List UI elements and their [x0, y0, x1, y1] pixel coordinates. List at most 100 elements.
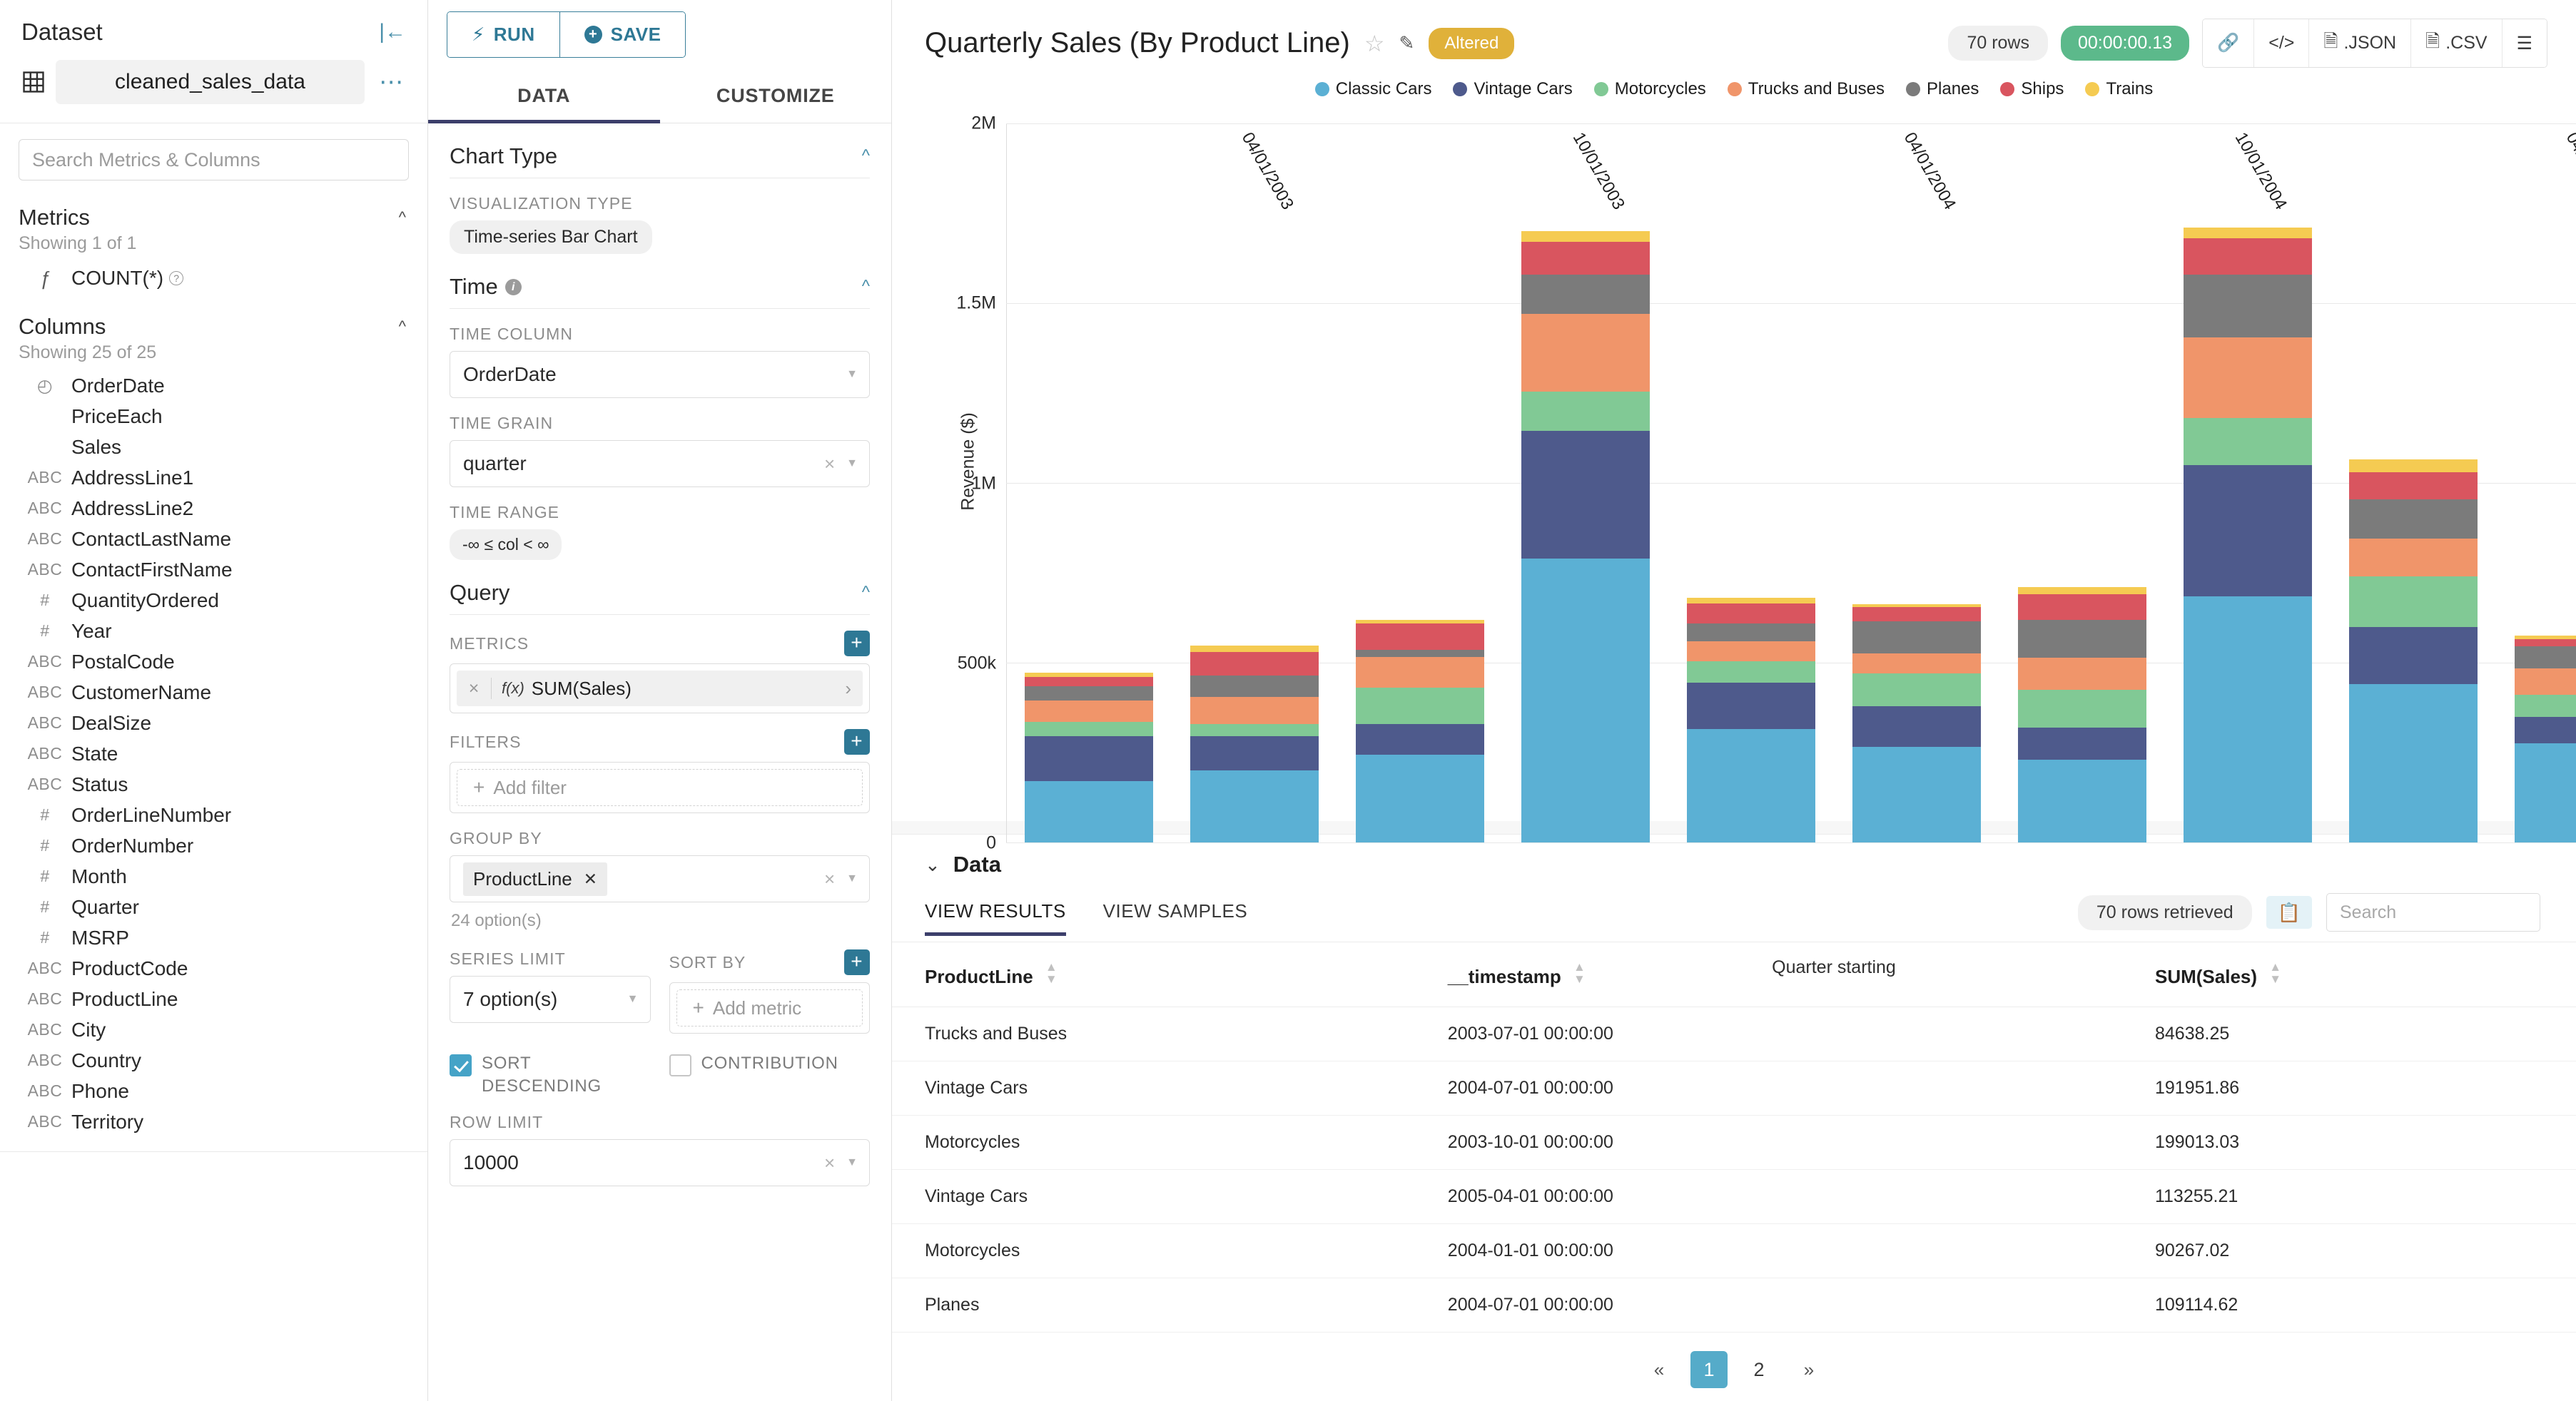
legend-item[interactable]: Motorcycles	[1593, 79, 1706, 99]
bar-segment[interactable]	[1852, 621, 1982, 654]
column-item[interactable]: ABC AddressLine1	[0, 462, 427, 493]
bar-segment[interactable]	[2017, 760, 2147, 842]
metric-chip[interactable]: × f(x) SUM(Sales) ›	[457, 671, 863, 706]
clear-icon[interactable]: ×	[824, 453, 835, 475]
chevron-up-icon[interactable]: ^	[399, 317, 406, 336]
column-item[interactable]: # Quarter	[0, 892, 427, 922]
column-item[interactable]: ◴ OrderDate	[0, 370, 427, 401]
bar-segment[interactable]	[1190, 645, 1319, 652]
add-sort-metric-button[interactable]: +	[844, 949, 870, 975]
bar-segment[interactable]	[2017, 594, 2147, 620]
stacked-bar[interactable]	[1852, 603, 1982, 842]
info-icon[interactable]: i	[504, 278, 522, 295]
query-section-header[interactable]: Query ^	[450, 580, 870, 615]
bar-segment[interactable]	[1024, 781, 1154, 842]
dataset-more-icon[interactable]: ⋯	[375, 69, 409, 94]
time-column-select[interactable]: OrderDate ▼	[450, 351, 870, 398]
legend-item[interactable]: Vintage Cars	[1453, 79, 1573, 99]
row-limit-select[interactable]: 10000 × ▼	[450, 1139, 870, 1187]
tab-view-results[interactable]: VIEW RESULTS	[925, 900, 1066, 936]
column-item[interactable]: # MSRP	[0, 922, 427, 953]
sort-descending-checkbox[interactable]	[450, 1054, 472, 1076]
stacked-bar[interactable]	[2017, 587, 2147, 842]
bar-segment[interactable]	[1852, 747, 1982, 842]
dataset-selector[interactable]: cleaned_sales_data ⋯	[0, 50, 427, 123]
chart-menu-button[interactable]: ☰	[2501, 19, 2547, 67]
bar-segment[interactable]	[1355, 623, 1485, 651]
column-item[interactable]: ABC State	[0, 738, 427, 769]
bar-segment[interactable]	[1190, 675, 1319, 697]
copy-icon[interactable]: 📋	[2266, 896, 2312, 929]
chevron-right-icon[interactable]: ›	[845, 678, 860, 700]
bar-segment[interactable]	[1024, 736, 1154, 782]
bar-segment[interactable]	[2348, 472, 2478, 499]
bar-segment[interactable]	[1190, 770, 1319, 842]
bar-segment[interactable]	[2017, 587, 2147, 595]
tab-data[interactable]: DATA	[428, 71, 660, 123]
bar-segment[interactable]	[2514, 695, 2576, 717]
table-row[interactable]: Planes 2004-07-01 00:00:00 109114.62	[892, 1278, 2576, 1333]
table-row[interactable]: Motorcycles 2003-10-01 00:00:00 199013.03	[892, 1115, 2576, 1170]
column-item[interactable]: Sales	[0, 432, 427, 462]
add-filter-placeholder[interactable]: + Add filter	[457, 769, 863, 806]
bar-segment[interactable]	[1686, 729, 1816, 842]
bar-segment[interactable]	[2017, 727, 2147, 760]
bar-segment[interactable]	[2514, 716, 2576, 744]
time-grain-select[interactable]: quarter × ▼	[450, 440, 870, 487]
bar-segment[interactable]	[2348, 576, 2478, 627]
chevron-down-icon[interactable]: ▼	[627, 993, 639, 1006]
bar-segment[interactable]	[2348, 626, 2478, 685]
stacked-bar[interactable]	[1686, 598, 1816, 842]
column-item[interactable]: ABC ProductCode	[0, 953, 427, 984]
bar-segment[interactable]	[1686, 598, 1816, 603]
column-item[interactable]: ABC Phone	[0, 1076, 427, 1106]
collapse-panel-icon[interactable]: |←	[379, 21, 406, 43]
column-item[interactable]: ABC ContactFirstName	[0, 554, 427, 585]
table-row[interactable]: Vintage Cars 2004-07-01 00:00:00 191951.86	[892, 1061, 2576, 1116]
bar-segment[interactable]	[2348, 539, 2478, 577]
column-item[interactable]: ABC PostalCode	[0, 646, 427, 677]
table-row[interactable]: Motorcycles 2004-01-01 00:00:00 90267.02	[892, 1223, 2576, 1278]
column-item[interactable]: # Year	[0, 616, 427, 646]
bar-segment[interactable]	[1355, 723, 1485, 755]
chevron-up-icon[interactable]: ^	[862, 146, 870, 166]
bar-segment[interactable]	[1686, 623, 1816, 641]
clear-icon[interactable]: ×	[824, 868, 835, 890]
bar-segment[interactable]	[1521, 558, 1650, 842]
bar-segment[interactable]	[2017, 619, 2147, 658]
bar-segment[interactable]	[1024, 700, 1154, 723]
legend-item[interactable]: Trains	[2085, 79, 2153, 99]
group-by-select[interactable]: ProductLine ✕ × ▼	[450, 855, 870, 902]
bar-segment[interactable]	[2183, 596, 2313, 842]
contribution-control[interactable]: CONTRIBUTION	[669, 1052, 871, 1097]
visualization-type-value[interactable]: Time-series Bar Chart	[450, 220, 652, 254]
results-search-input[interactable]	[2326, 893, 2540, 932]
export-json-button[interactable]: 🗎 .JSON	[2308, 19, 2411, 67]
table-row[interactable]: Trucks and Buses 2003-07-01 00:00:00 84638…	[892, 1007, 2576, 1061]
bar-segment[interactable]	[2017, 657, 2147, 690]
column-item[interactable]: # Month	[0, 861, 427, 892]
chevron-down-icon[interactable]: ▼	[846, 368, 858, 381]
metrics-drop-zone[interactable]: × f(x) SUM(Sales) ›	[450, 663, 870, 713]
column-item[interactable]: ABC City	[0, 1014, 427, 1045]
table-row[interactable]: Vintage Cars 2005-04-01 00:00:00 113255.21	[892, 1169, 2576, 1224]
time-section-header[interactable]: Time i ^	[450, 274, 870, 309]
pagination-page-1[interactable]: 1	[1690, 1351, 1728, 1388]
bar-segment[interactable]	[1686, 641, 1816, 661]
column-item[interactable]: # OrderLineNumber	[0, 800, 427, 830]
tab-view-samples[interactable]: VIEW SAMPLES	[1103, 900, 1248, 935]
help-icon[interactable]: ?	[169, 271, 184, 285]
bar-segment[interactable]	[1355, 657, 1485, 688]
star-icon[interactable]: ☆	[1364, 30, 1385, 57]
column-item[interactable]: ABC ProductLine	[0, 984, 427, 1014]
bar-segment[interactable]	[1355, 650, 1485, 658]
stacked-bar[interactable]	[2514, 636, 2576, 842]
chevron-down-icon[interactable]: ▼	[846, 1156, 858, 1169]
column-item[interactable]: ABC AddressLine2	[0, 493, 427, 524]
add-filter-button[interactable]: +	[844, 729, 870, 755]
sort-descending-control[interactable]: SORT DESCENDING	[450, 1052, 651, 1097]
sort-by-drop-zone[interactable]: + Add metric	[669, 982, 870, 1034]
dataset-name[interactable]: cleaned_sales_data	[56, 60, 365, 104]
bar-segment[interactable]	[2514, 743, 2576, 842]
column-item[interactable]: # OrderNumber	[0, 830, 427, 861]
